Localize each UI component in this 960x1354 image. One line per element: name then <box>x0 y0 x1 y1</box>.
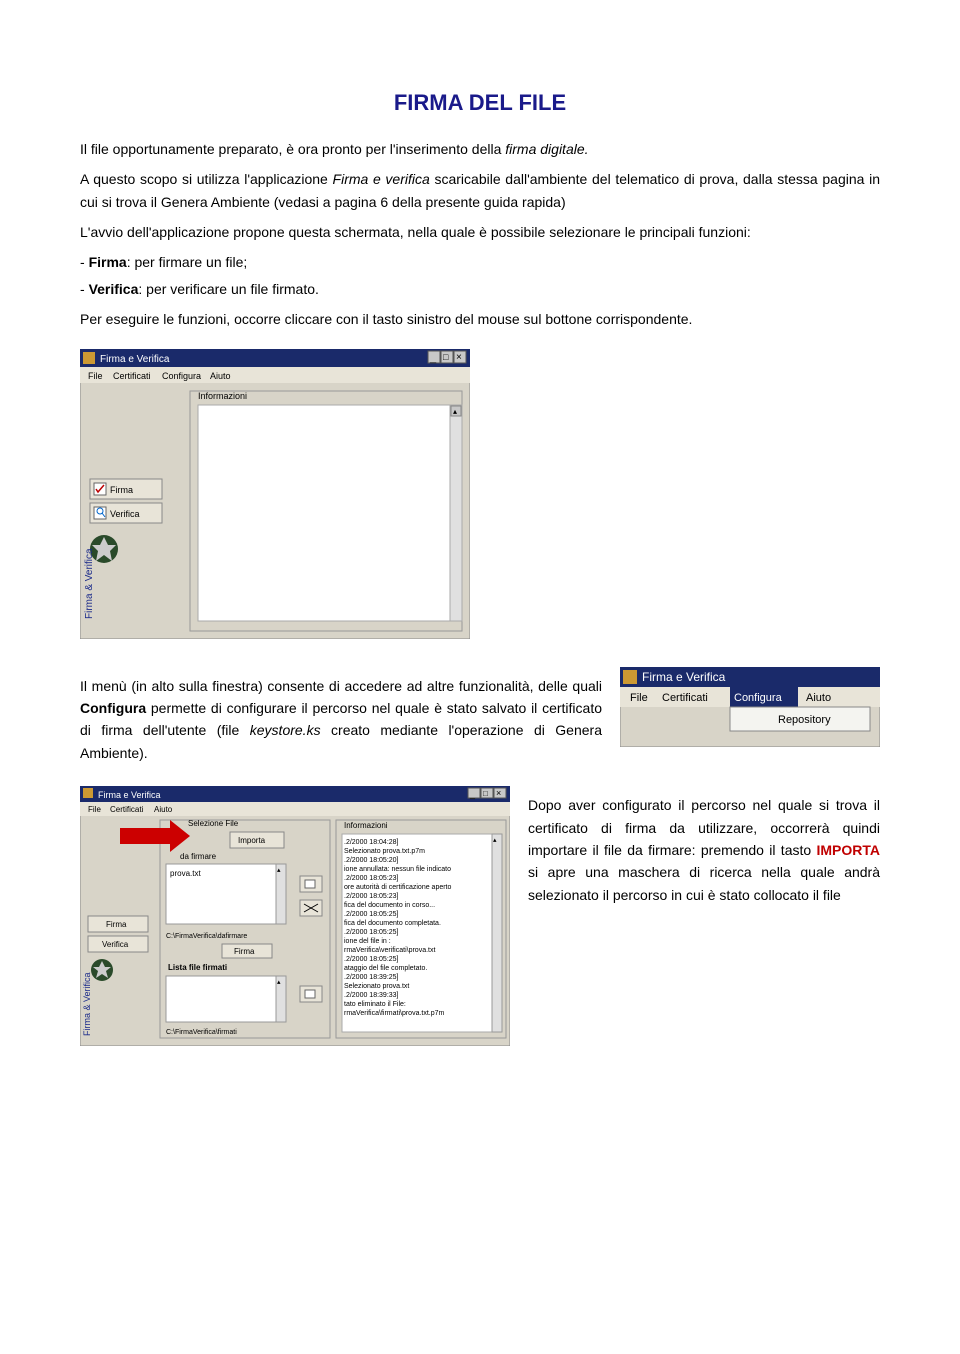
firma-action-label: Firma <box>234 947 255 956</box>
menu-paragraph: Il menù (in alto sulla finestra) consent… <box>80 675 602 765</box>
screenshot-menu: Firma e Verifica File Certificati Config… <box>620 667 880 747</box>
svg-text:▴: ▴ <box>453 407 457 416</box>
shot2-firma-label: Firma <box>106 920 127 929</box>
svg-text:ione annullata: nessun file in: ione annullata: nessun file indicato <box>344 866 451 873</box>
firmati-list[interactable] <box>166 976 276 1022</box>
panel-informazioni: Informazioni <box>198 391 247 401</box>
submenu-repository[interactable]: Repository <box>778 714 831 726</box>
intro-paragraph: Il file opportunamente preparato, è ora … <box>80 138 880 160</box>
shot2-vertical-label: Firma & Verifica <box>82 973 92 1037</box>
final-red: IMPORTA <box>816 842 880 858</box>
menu-configura[interactable]: Configura <box>162 371 201 381</box>
menu-certificati[interactable]: Certificati <box>113 371 151 381</box>
paragraph-1: A questo scopo si utilizza l'applicazion… <box>80 168 880 213</box>
bullet-verifica-rest: : per verificare un file firmato. <box>138 281 319 297</box>
svg-text:.2/2000 18:05:23]: .2/2000 18:05:23] <box>344 875 399 882</box>
menu-p-a: Il menù (in alto sulla finestra) consent… <box>80 678 602 694</box>
svg-text:.2/2000 18:05:20]: .2/2000 18:05:20] <box>344 857 399 864</box>
menu-file[interactable]: File <box>88 371 103 381</box>
window-title: Firma e Verifica <box>100 354 170 365</box>
menu2-aiuto[interactable]: Aiuto <box>806 692 831 704</box>
svg-text:rmaVerifica\verificati\prova.t: rmaVerifica\verificati\prova.txt <box>344 947 435 954</box>
verifica-button-label: Verifica <box>110 509 140 519</box>
final-b: si apre una maschera di ricerca nella qu… <box>528 864 880 902</box>
menu-p-italic: keystore.ks <box>250 722 321 738</box>
svg-text:ione del file in :: ione del file in : <box>344 938 391 945</box>
lista-firmati-label: Lista file firmati <box>168 963 227 972</box>
file-entry[interactable]: prova.txt <box>170 869 201 878</box>
screenshot-import: Firma e Verifica _ □ × File Certificati … <box>80 786 510 1046</box>
svg-text:Selezionato prova.txt.p7m: Selezionato prova.txt.p7m <box>344 848 425 855</box>
svg-text:fica del documento completata.: fica del documento completata. <box>344 920 441 927</box>
intro-italic: firma digitale. <box>505 141 588 157</box>
menu-window-title: Firma e Verifica <box>642 670 726 684</box>
svg-text:.2/2000 18:05:25]: .2/2000 18:05:25] <box>344 929 399 936</box>
svg-text:×: × <box>456 352 462 363</box>
menu2-certificati[interactable]: Certificati <box>662 692 708 704</box>
shot2-panel-info: Informazioni <box>344 821 388 830</box>
shot2-title: Firma e Verifica <box>98 790 161 800</box>
svg-text:▴: ▴ <box>493 837 497 844</box>
menu-aiuto[interactable]: Aiuto <box>210 371 231 381</box>
bullet-verifica: - Verifica: per verificare un file firma… <box>80 278 880 300</box>
svg-text:□: □ <box>483 789 488 798</box>
shot2-verifica-label: Verifica <box>102 940 129 949</box>
p1-app-name: Firma e verifica <box>333 171 430 187</box>
da-firmare-label: da firmare <box>180 852 217 861</box>
shot2-menu-cert[interactable]: Certificati <box>110 805 144 814</box>
menu2-configura: Configura <box>734 692 783 704</box>
firma-button-label: Firma <box>110 485 133 495</box>
path-firmati: C:\FirmaVerifica\firmati <box>166 1029 237 1036</box>
path-dafirmare: C:\FirmaVerifica\dafirmare <box>166 933 247 940</box>
svg-text:.2/2000 18:04:28]: .2/2000 18:04:28] <box>344 839 399 846</box>
svg-text:_: _ <box>429 352 437 364</box>
svg-text:ataggio del file completato.: ataggio del file completato. <box>344 965 427 972</box>
svg-text:_: _ <box>469 789 476 799</box>
shot2-selezione-file: Selezione File <box>188 819 239 828</box>
app-window-svg: Firma e Verifica _ □ × File Certificati … <box>80 349 470 639</box>
bullet-verifica-bold: Verifica <box>89 281 139 297</box>
shot2-menu-file[interactable]: File <box>88 805 101 814</box>
scrollbar[interactable] <box>450 405 462 621</box>
svg-text:▴: ▴ <box>277 979 281 986</box>
svg-text:.2/2000 18:05:25]: .2/2000 18:05:25] <box>344 911 399 918</box>
svg-text:×: × <box>496 788 501 798</box>
svg-text:ore autorità di certificazione: ore autorità di certificazione aperto <box>344 884 451 891</box>
vertical-brand-label: Firma & Verifica <box>84 548 95 619</box>
svg-text:.2/2000 18:39:33]: .2/2000 18:39:33] <box>344 992 399 999</box>
svg-text:tato eliminato il File:: tato eliminato il File: <box>344 1001 406 1008</box>
menu-p-bold: Configura <box>80 700 146 716</box>
importa-button-label: Importa <box>238 836 266 845</box>
svg-text:.2/2000 18:39:25]: .2/2000 18:39:25] <box>344 974 399 981</box>
paragraph-3: Per eseguire le funzioni, occorre clicca… <box>80 308 880 330</box>
page-title: FIRMA DEL FILE <box>80 85 880 120</box>
svg-text:Selezionato prova.txt: Selezionato prova.txt <box>344 983 409 990</box>
intro-text: Il file opportunamente preparato, è ora … <box>80 141 505 157</box>
final-paragraph: Dopo aver configurato il percorso nel qu… <box>528 794 880 906</box>
svg-text:fica del documento in corso...: fica del documento in corso... <box>344 902 435 909</box>
bullet-firma-rest: : per firmare un file; <box>127 254 248 270</box>
bullet-firma: - Firma: per firmare un file; <box>80 251 880 273</box>
screenshot-main-app: Firma e Verifica _ □ × File Certificati … <box>80 349 880 639</box>
shot2-scrollbar[interactable] <box>492 834 502 1032</box>
svg-text:rmaVerifica\firmati\prova.txt.: rmaVerifica\firmati\prova.txt.p7m <box>344 1010 445 1017</box>
p1-a: A questo scopo si utilizza l'applicazion… <box>80 171 333 187</box>
bullet-firma-bold: Firma <box>89 254 127 270</box>
shot2-menu-aiuto[interactable]: Aiuto <box>154 805 173 814</box>
svg-text:▴: ▴ <box>277 867 281 874</box>
svg-text:.2/2000 18:05:25]: .2/2000 18:05:25] <box>344 956 399 963</box>
menu2-file[interactable]: File <box>630 692 648 704</box>
svg-text:□: □ <box>443 352 449 362</box>
svg-text:.2/2000 18:05:23]: .2/2000 18:05:23] <box>344 893 399 900</box>
paragraph-2: L'avvio dell'applicazione propone questa… <box>80 221 880 243</box>
